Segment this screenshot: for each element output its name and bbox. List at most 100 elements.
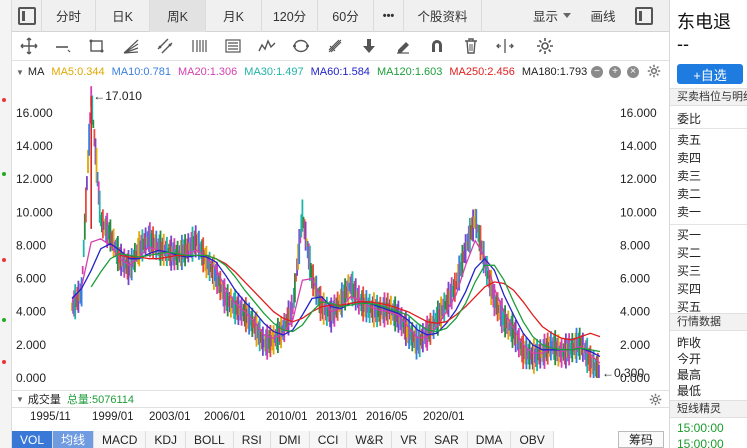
pitchfork-tool[interactable]	[318, 32, 352, 61]
right-panel-toggle-button[interactable]	[627, 0, 661, 32]
indicator-tab-boll[interactable]: BOLL	[186, 431, 234, 448]
indicator-tab-rsi[interactable]: RSI	[233, 431, 271, 448]
eraser-tool[interactable]	[386, 32, 420, 61]
x-tick-label: 2016/05	[366, 411, 408, 423]
indicator-dot	[2, 172, 6, 176]
brief-time: 15:00:00	[677, 437, 724, 448]
rectangle-tool[interactable]	[80, 32, 114, 61]
x-tick-label: 1999/01	[92, 411, 134, 423]
close-circle-icon[interactable]: ×	[627, 66, 639, 78]
volume-label: 成交量	[27, 394, 61, 406]
x-tick-label: 2006/01	[204, 411, 246, 423]
tab-monthly-k[interactable]: 月K	[206, 0, 262, 32]
brief-section-title: 短线精灵	[670, 400, 747, 418]
wave-icon	[258, 39, 276, 52]
parallel-line-tool[interactable]	[148, 32, 182, 61]
expand-tool[interactable]	[488, 32, 522, 61]
settings-icon	[537, 38, 553, 54]
dropdown-label: 显示	[532, 10, 558, 24]
tab-daily-k[interactable]: 日K	[96, 0, 150, 32]
tab-weekly-k[interactable]: 周K	[150, 0, 206, 32]
buy-level-label: 买四	[677, 282, 702, 296]
ma-legend-prefix: MA	[27, 66, 45, 78]
ma-legend-item: MA5:0.344	[51, 66, 105, 78]
x-tick-label: 2010/01	[266, 411, 308, 423]
add-watchlist-button[interactable]: +自选	[677, 64, 743, 84]
minus-circle-icon[interactable]: −	[591, 66, 603, 78]
indicator-tab-[interactable]: 均线	[53, 431, 95, 448]
draw-line-button[interactable]: 画线	[579, 0, 627, 32]
line-segment-tool[interactable]	[46, 32, 80, 61]
ma-legend-item: MA20:1.306	[177, 66, 238, 78]
indicator-dot	[2, 98, 6, 102]
display-dropdown[interactable]: 显示	[482, 0, 579, 32]
text-lines-tool[interactable]	[216, 32, 250, 61]
indicator-tab-dma[interactable]: DMA	[467, 431, 512, 448]
indicator-tab-wr[interactable]: W&R	[347, 431, 393, 448]
tab-stock-profile[interactable]: 个股资料	[404, 0, 482, 32]
y-tick-label-right: 10.000	[620, 205, 657, 219]
indicator-dot	[2, 318, 6, 322]
chips-label: 筹码	[628, 433, 653, 447]
buy-level-label: 买一	[677, 228, 702, 242]
cycle-tool[interactable]	[284, 32, 318, 61]
crosshair-tool[interactable]	[12, 32, 46, 61]
indicator-tab-sar[interactable]: SAR	[426, 431, 468, 448]
x-axis-dates: 1995/11 1999/01 2003/01 2006/01 2010/01 2013/…	[12, 408, 669, 426]
tab-label: 周K	[167, 10, 188, 24]
weekly-kline-chart[interactable]: 16.000 16.000 14.000 14.000 12.000 12.000 10.0…	[12, 82, 669, 390]
wave-tool[interactable]	[250, 32, 284, 61]
delete-all-tool[interactable]	[454, 32, 488, 61]
collapse-triangle-icon[interactable]: ▼	[16, 395, 24, 404]
legend-settings-button[interactable]	[647, 64, 661, 81]
x-tick-label: 1995/11	[30, 411, 71, 423]
indicator-tab-kdj[interactable]: KDJ	[146, 431, 187, 448]
ma-legend-items: MA5:0.344 MA10:0.781 MA20:1.306 MA30:1.497 M…	[51, 66, 594, 78]
pitchfork-icon	[328, 39, 342, 53]
indicator-dot	[2, 258, 6, 262]
more-periods-button[interactable]: •••	[374, 0, 404, 32]
indicator-tab-vol[interactable]: VOL	[12, 431, 54, 448]
quote-row-label: 最低	[677, 384, 702, 398]
x-tick-label: 2003/01	[149, 411, 191, 423]
magnet-tool[interactable]	[420, 32, 454, 61]
indicator-tab-obv[interactable]: OBV	[511, 431, 554, 448]
collapse-triangle-icon[interactable]: ▼	[16, 68, 24, 77]
settings-icon	[649, 393, 662, 406]
tab-intraday[interactable]: 分时	[42, 0, 96, 32]
y-tick-label-right: 2.000	[620, 338, 650, 352]
fibonacci-tool[interactable]	[182, 32, 216, 61]
ma-legend-item: MA120:1.603	[376, 66, 443, 78]
plus-circle-icon[interactable]: +	[609, 66, 621, 78]
quote-row-label: 昨收	[677, 336, 702, 350]
y-tick-label-left: 14.000	[16, 139, 53, 153]
indicator-tab-macd[interactable]: MACD	[94, 431, 147, 448]
chips-button[interactable]: 筹码	[618, 431, 664, 448]
volume-settings-button[interactable]	[649, 393, 662, 409]
indicator-tab-cci[interactable]: CCI	[309, 431, 348, 448]
tab-120min[interactable]: 120分	[262, 0, 318, 32]
buy-level-label: 买三	[677, 264, 702, 278]
brief-time: 15:00:00	[677, 421, 724, 435]
y-tick-label-left: 6.000	[16, 272, 46, 286]
tab-60min[interactable]: 60分	[318, 0, 374, 32]
left-panel-toggle-button[interactable]	[12, 0, 42, 32]
divider	[670, 224, 747, 225]
fan-tool[interactable]	[114, 32, 148, 61]
left-edge-strip	[0, 0, 12, 448]
crosshair-icon	[20, 37, 38, 55]
sell-level-label: 卖二	[677, 187, 702, 201]
sell-level-label: 卖四	[677, 151, 702, 165]
fibonacci-icon	[192, 40, 207, 52]
commission-ratio-label: 委比	[677, 112, 702, 126]
tab-label: 120分	[272, 10, 307, 24]
quote-side-panel: 东电退 -- +自选 买卖档位与明细 委比 卖五 卖四 卖三 卖二 卖一 买一 买二 买三买…	[669, 0, 747, 448]
indicator-tab-vr[interactable]: VR	[392, 431, 427, 448]
indicator-tab-dmi[interactable]: DMI	[270, 431, 310, 448]
toolbar-settings-button[interactable]	[528, 32, 562, 61]
x-tick-label: 2020/01	[423, 411, 465, 423]
settings-icon	[647, 64, 661, 78]
arrow-down-tool[interactable]	[352, 32, 386, 61]
drawing-toolbar	[12, 32, 669, 61]
stock-name: 东电退	[677, 12, 731, 32]
